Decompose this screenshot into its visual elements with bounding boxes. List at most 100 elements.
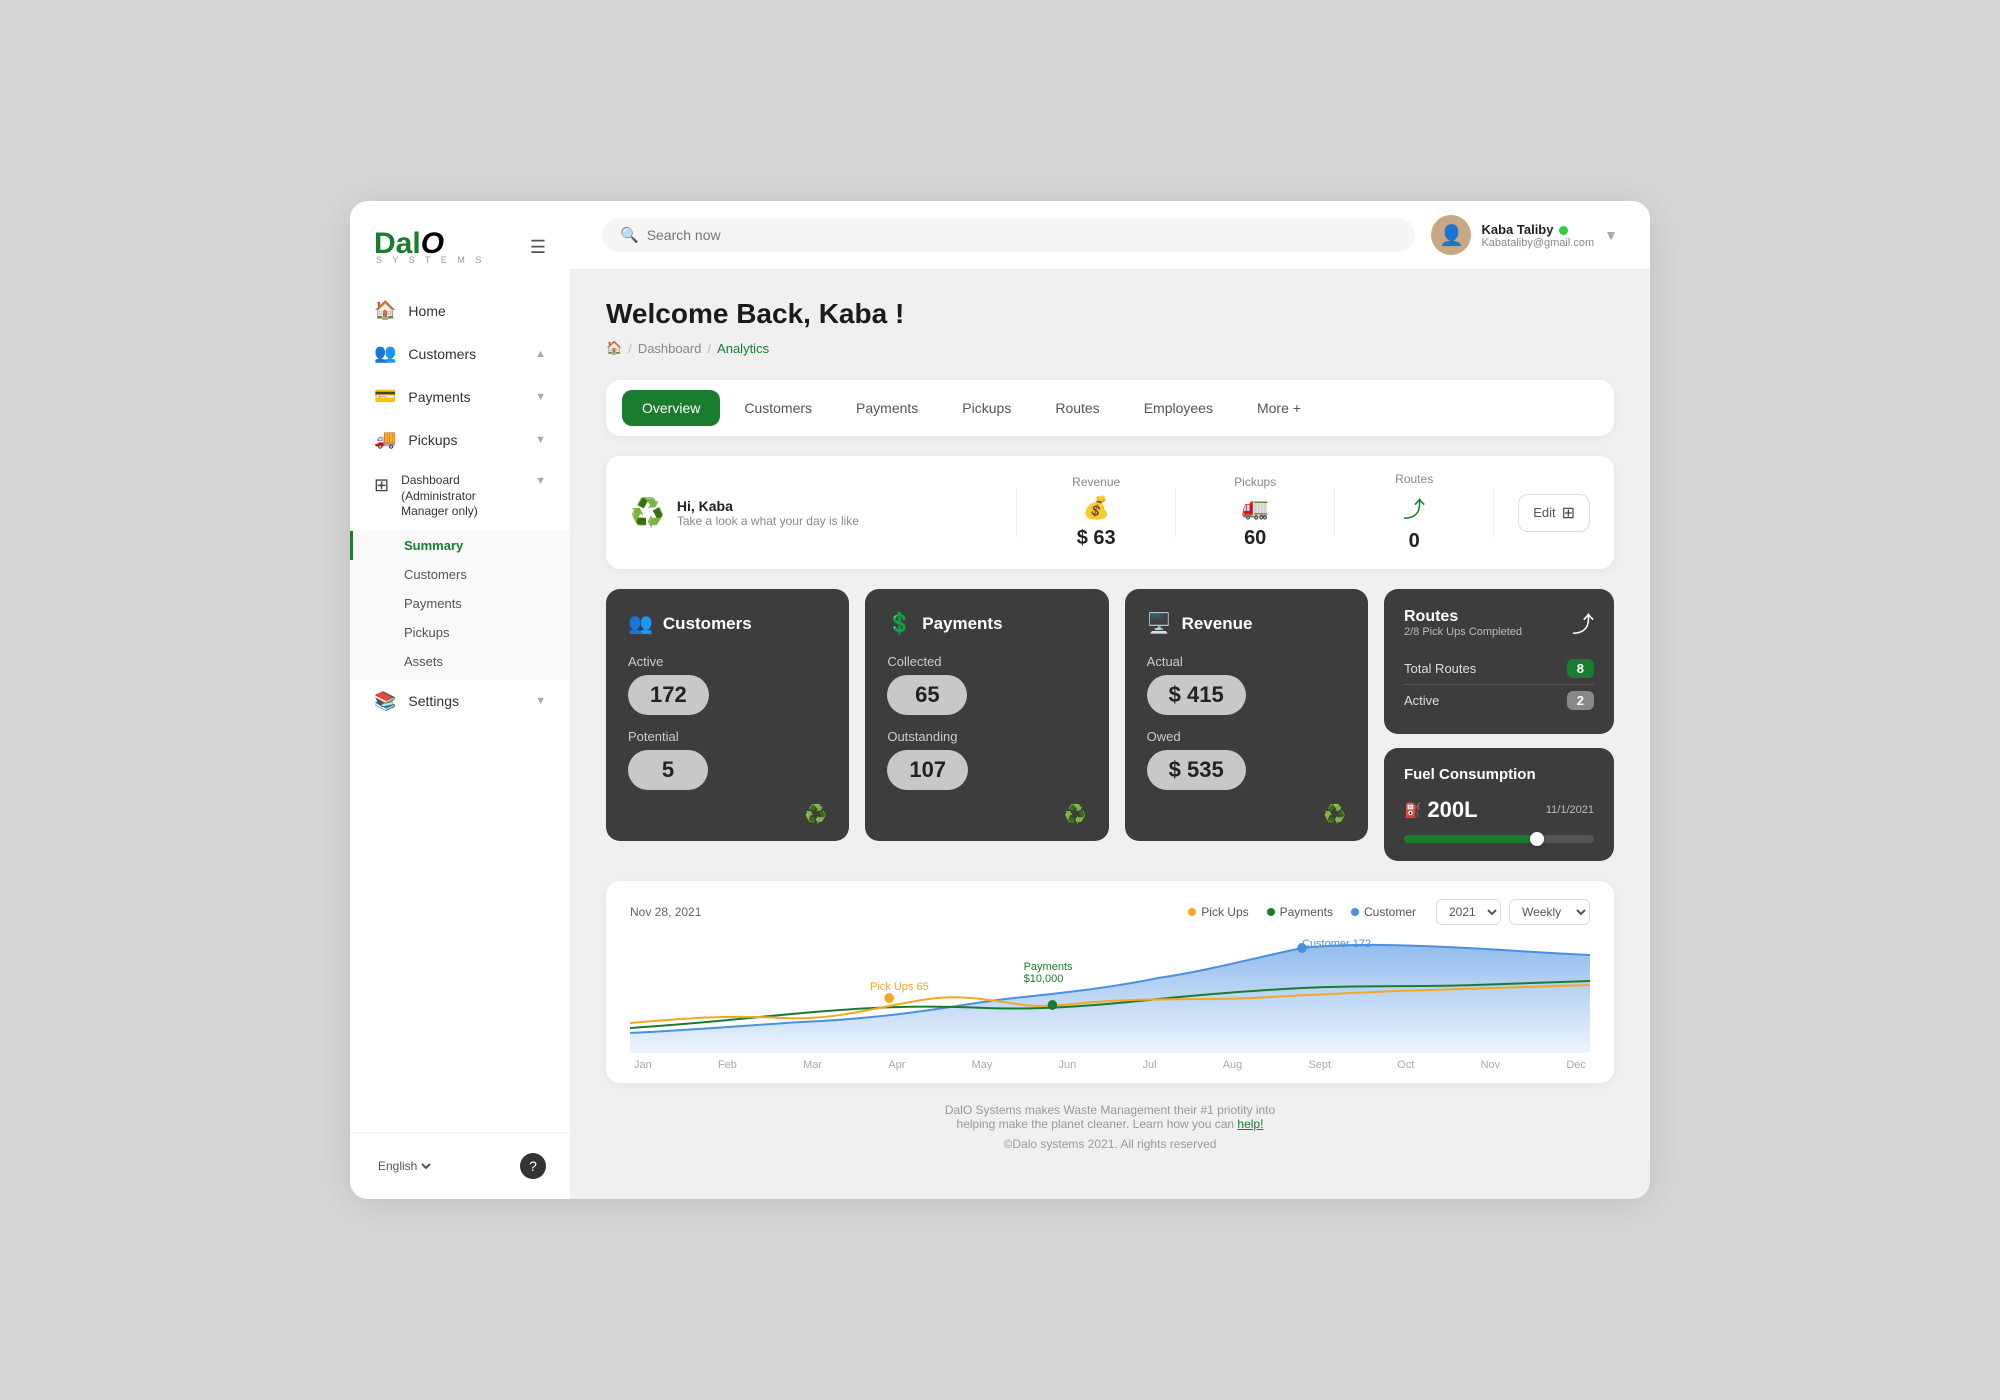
menu-icon[interactable]: ☰ [530,237,546,258]
tab-customers[interactable]: Customers [724,390,832,426]
submenu-item-pickups[interactable]: Pickups [350,618,570,647]
revenue-card-header: 🖥️ Revenue [1147,611,1346,636]
sidebar-item-label: Dashboard (Administrator Manager only) [401,473,523,520]
customer-legend-label: Customer [1364,905,1416,919]
recycle-icon: ♻️ [1064,804,1086,825]
revenue-value: $ 63 [1077,527,1116,550]
revenue-metric: Revenue 💰 $ 63 [1041,475,1151,550]
submenu-item-summary[interactable]: Summary [350,531,570,560]
sidebar-item-label: Settings [408,693,459,709]
sidebar-item-settings[interactable]: 📚 Settings ▼ [350,680,570,723]
tab-employees[interactable]: Employees [1124,390,1233,426]
customers-potential-section: Potential 5 [628,729,827,790]
period-select[interactable]: Weekly Monthly [1509,899,1590,925]
sidebar-item-home[interactable]: 🏠 Home [350,289,570,332]
language-select[interactable]: English [374,1158,434,1174]
fuel-bar [1404,835,1594,843]
main-content: 🔍 👤 Kaba Taliby Kabataliby@gmail.com ▼ W… [570,201,1650,1199]
user-info: Kaba Taliby Kabataliby@gmail.com [1481,222,1594,249]
payments-legend-dot [1267,908,1275,916]
greeting-text: Hi, Kaba Take a look a what your day is … [677,498,859,528]
chevron-down-icon: ▼ [535,475,546,487]
user-menu[interactable]: 👤 Kaba Taliby Kabataliby@gmail.com ▼ [1431,215,1618,255]
tab-payments[interactable]: Payments [836,390,938,426]
breadcrumb: 🏠 / Dashboard / Analytics [606,340,1614,356]
routes-title: Routes [1404,608,1522,626]
tab-overview[interactable]: Overview [622,390,720,426]
edit-label: Edit [1533,505,1555,520]
submenu-item-assets[interactable]: Assets [350,647,570,676]
help-button[interactable]: ? [520,1153,546,1179]
settings-icon: 📚 [374,691,396,712]
sidebar-item-customers[interactable]: 👥 Customers ▲ [350,332,570,375]
edit-button[interactable]: Edit ⊞ [1518,494,1590,532]
chevron-up-icon: ▲ [535,348,546,360]
chart-legend: Pick Ups Payments Customer [1188,905,1416,919]
pickups-legend-dot [1188,908,1196,916]
sidebar-item-payments[interactable]: 💳 Payments ▼ [350,375,570,418]
divider [1016,489,1017,537]
footer-text1: DalO Systems makes Waste Management thei… [626,1103,1594,1117]
routes-subtitle: 2/8 Pick Ups Completed [1404,626,1522,638]
year-select[interactable]: 2021 2020 [1436,899,1501,925]
owed-value: $ 535 [1147,750,1246,790]
actual-label: Actual [1147,654,1346,669]
active-routes-row: Active 2 [1404,685,1594,716]
recycle-icon: ♻️ [805,804,827,825]
online-status [1559,226,1568,235]
submenu-item-payments[interactable]: Payments [350,589,570,618]
pickups-metric: Pickups 🚛 60 [1200,475,1310,550]
active-label: Active [628,654,827,669]
footer-link[interactable]: help! [1237,1117,1263,1131]
payments-card: 💲 Payments Collected 65 Outstanding 107 … [865,589,1108,841]
actual-section: Actual $ 415 [1147,654,1346,715]
divider [1334,489,1335,537]
potential-value: 5 [628,750,708,790]
customers-card-header: 👥 Customers [628,611,827,636]
page: Welcome Back, Kaba ! 🏠 / Dashboard / Ana… [570,270,1650,1199]
search-bar[interactable]: 🔍 [602,218,1415,252]
pickups-annotation: Pick Ups 65 [870,981,929,993]
revenue-icon: 💰 [1082,495,1109,521]
x-label-apr: Apr [888,1059,905,1071]
home-icon: 🏠 [374,300,396,321]
payments-annotation: Payments$10,000 [1024,961,1073,985]
total-routes-label: Total Routes [1404,661,1476,676]
chevron-down-icon: ▼ [535,695,546,707]
search-input[interactable] [647,227,1398,243]
pickups-label: Pickups [1234,475,1276,489]
chart-date: Nov 28, 2021 [630,905,701,919]
collected-value: 65 [887,675,967,715]
greeting-name: Hi, Kaba [677,498,859,514]
active-routes-label: Active [1404,693,1439,708]
breadcrumb-dashboard: Dashboard [638,341,702,356]
outstanding-label: Outstanding [887,729,1086,744]
avatar: 👤 [1431,215,1471,255]
routes-label: Routes [1395,472,1433,486]
active-value: 172 [628,675,709,715]
customer-area [630,945,1590,1053]
chart-header: Nov 28, 2021 Pick Ups Payments Custom [630,899,1590,925]
fuel-card: Fuel Consumption ⛽ 200L 11/1/2021 [1384,748,1614,861]
potential-label: Potential [628,729,827,744]
sidebar-item-dashboard[interactable]: ⊞ Dashboard (Administrator Manager only)… [350,461,570,531]
x-label-nov: Nov [1481,1059,1501,1071]
fuel-bar-fill [1404,835,1537,843]
payments-dot [1048,1000,1058,1010]
sidebar-item-pickups[interactable]: 🚚 Pickups ▼ [350,418,570,461]
tab-pickups[interactable]: Pickups [942,390,1031,426]
submenu-item-customers[interactable]: Customers [350,560,570,589]
divider [1493,489,1494,537]
x-label-feb: Feb [718,1059,737,1071]
page-footer: DalO Systems makes Waste Management thei… [606,1083,1614,1171]
outstanding-section: Outstanding 107 [887,729,1086,790]
greeting-sub: Take a look a what your day is like [677,514,859,528]
tab-routes[interactable]: Routes [1035,390,1119,426]
active-routes-badge: 2 [1567,691,1594,710]
greeting-block: ♻️ Hi, Kaba Take a look a what your day … [630,496,992,529]
user-name: Kaba Taliby [1481,222,1553,237]
tab-more[interactable]: More + [1237,390,1321,426]
sidebar-nav: 🏠 Home 👥 Customers ▲ 💳 Payments ▼ 🚚 Pick… [350,281,570,1132]
fuel-date: 11/1/2021 [1546,804,1594,816]
pickups-icon: 🚚 [374,429,396,450]
